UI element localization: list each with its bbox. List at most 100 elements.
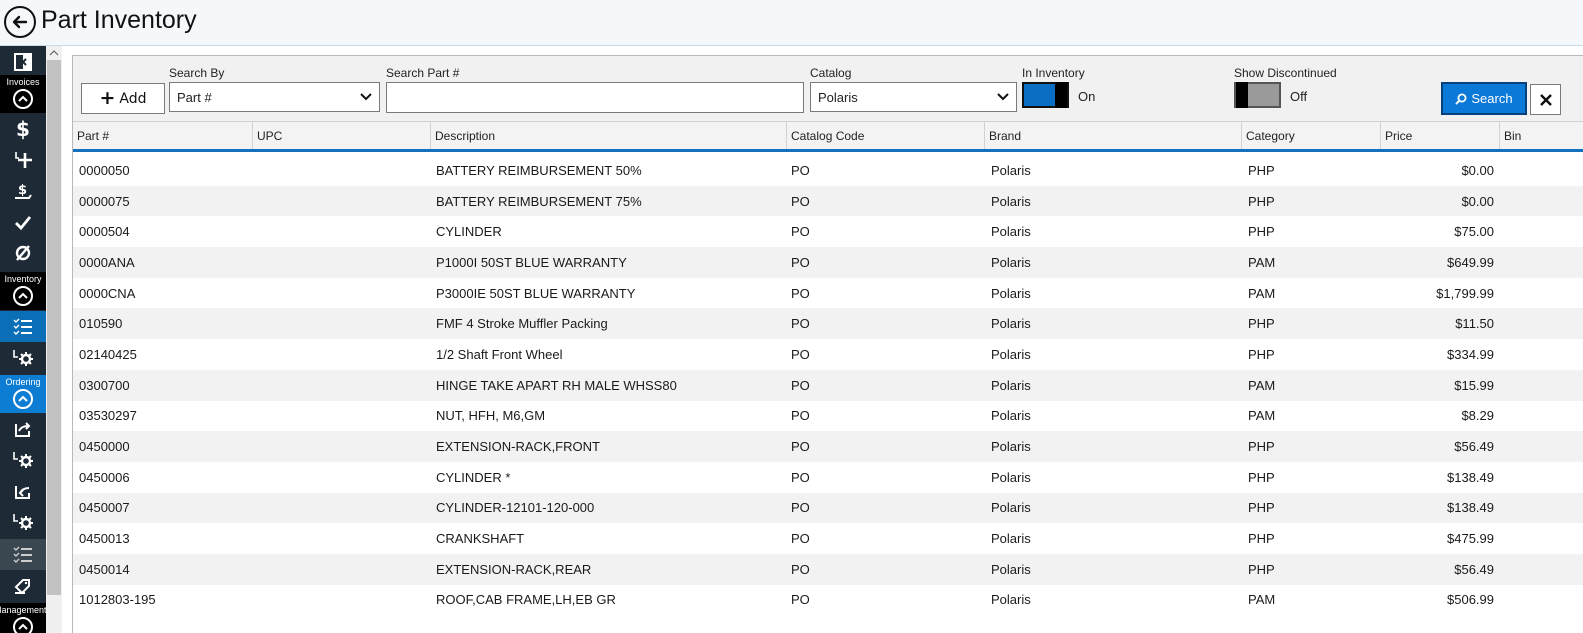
- cell-catalog-code: PO: [791, 561, 810, 577]
- cell-category: PHP: [1248, 193, 1275, 209]
- sidebar-item-dollar[interactable]: $: [0, 113, 46, 144]
- table-row[interactable]: 0000075 BATTERY REIMBURSEMENT 75% PO Polari…: [73, 185, 1583, 217]
- show-discontinued-label: Show Discontinued: [1234, 66, 1337, 80]
- sidebar-item-order-export[interactable]: [0, 413, 46, 444]
- toggle-knob: [1055, 82, 1067, 108]
- table-row[interactable]: 0450007 CYLINDER-12101-120-000 PO Polaris PH…: [73, 492, 1583, 524]
- sidebar-section-management[interactable]: Management: [0, 603, 46, 633]
- cell-price: $15.99: [1454, 377, 1494, 393]
- table-row[interactable]: 010590 FMF 4 Stroke Muffler Packing PO Pola…: [73, 308, 1583, 340]
- sidebar-item-special-order[interactable]: [0, 570, 46, 601]
- search-by-dropdown[interactable]: Part #: [169, 82, 380, 112]
- table-row[interactable]: 0000504 CYLINDER PO Polaris PHP $75.00: [73, 216, 1583, 247]
- sidebar-item-void[interactable]: [0, 237, 46, 268]
- table-row[interactable]: 0450013 CRANKSHAFT PO Polaris PHP $475.99: [73, 523, 1583, 554]
- back-arrow-icon[interactable]: [4, 6, 36, 38]
- search-part-input[interactable]: [386, 82, 804, 113]
- plus-icon: +: [99, 87, 116, 109]
- cell-brand: Polaris: [991, 193, 1031, 209]
- cell-part-number: 02140425: [79, 346, 137, 362]
- cell-catalog-code: PO: [791, 193, 810, 209]
- part-inventory-panel: + Add Search By Part # Search Part # Cat…: [72, 55, 1583, 633]
- sidebar-section-ordering[interactable]: Ordering: [0, 375, 46, 413]
- sidebar-item-add[interactable]: [0, 144, 46, 175]
- sidebar: Invoices $ $ Inventory Ordering anagemen…: [0, 46, 46, 633]
- table-row[interactable]: 1012803-195 ROOF,CAB FRAME,LH,EB GR PO Pola…: [73, 585, 1583, 616]
- sidebar-item-inventory-settings[interactable]: [0, 342, 46, 373]
- scrollbar-thumb[interactable]: [47, 60, 61, 595]
- sidebar-collapse-icon[interactable]: [0, 46, 46, 77]
- cell-bin: [1505, 554, 1580, 585]
- show-discontinued-toggle[interactable]: [1234, 82, 1281, 108]
- cell-description: CYLINDER-12101-120-000: [436, 500, 595, 516]
- cell-price: $334.99: [1447, 346, 1494, 362]
- scroll-up-icon[interactable]: [49, 48, 59, 58]
- page-title: Part Inventory: [41, 6, 197, 34]
- cell-upc: [257, 585, 427, 616]
- table-row[interactable]: 0000ANA P1000I 50ST BLUE WARRANTY PO Polari…: [73, 247, 1583, 278]
- table-body: 0000050 BATTERY REIMBURSEMENT 50% PO Polari…: [73, 155, 1583, 615]
- cell-catalog-code: PO: [791, 162, 810, 178]
- sidebar-section-invoices[interactable]: Invoices: [0, 75, 46, 113]
- vertical-scrollbar[interactable]: [46, 46, 62, 633]
- cell-category: PHP: [1248, 561, 1275, 577]
- cell-upc: [257, 554, 427, 585]
- column-header-brand[interactable]: Brand: [985, 122, 1242, 149]
- table-row[interactable]: 0450014 EXTENSION-RACK,REAR PO Polaris PHP $5…: [73, 553, 1583, 585]
- sidebar-item-check[interactable]: [0, 206, 46, 237]
- title-bar: Part Inventory: [0, 0, 1583, 46]
- column-header-description[interactable]: Description: [431, 122, 787, 149]
- table-row[interactable]: 0000050 BATTERY REIMBURSEMENT 50% PO Polari…: [73, 155, 1583, 186]
- cell-catalog-code: PO: [791, 285, 810, 301]
- column-header-category[interactable]: Category: [1242, 122, 1381, 149]
- search-button[interactable]: Search: [1441, 82, 1527, 115]
- cell-description: CYLINDER: [436, 224, 502, 240]
- table-row[interactable]: 02140425 1/2 Shaft Front Wheel PO Polaris PH…: [73, 339, 1583, 370]
- chevron-up-icon: [13, 89, 33, 109]
- import-icon: [15, 485, 30, 499]
- cell-category: PHP: [1248, 531, 1275, 547]
- in-inventory-toggle[interactable]: [1022, 82, 1069, 108]
- cell-brand: Polaris: [991, 592, 1031, 608]
- sidebar-item-part-list[interactable]: [0, 311, 46, 342]
- in-inventory-state: On: [1078, 89, 1096, 104]
- table-row[interactable]: 0000CNA P3000IE 50ST BLUE WARRANTY PO Polar…: [73, 278, 1583, 309]
- cell-part-number: 0450013: [79, 531, 130, 547]
- cell-catalog-code: PO: [791, 439, 810, 455]
- cell-catalog-code: PO: [791, 254, 810, 270]
- sidebar-section-inventory[interactable]: Inventory: [0, 272, 46, 310]
- table-row[interactable]: 03530297 NUT, HFH, M6,GM PO Polaris PAM $8.29: [73, 401, 1583, 432]
- cell-upc: [257, 431, 427, 462]
- cell-part-number: 0000075: [79, 193, 130, 209]
- cell-part-number: 0450006: [79, 469, 130, 485]
- table-row[interactable]: 0450006 CYLINDER * PO Polaris PHP $138.49: [73, 462, 1583, 493]
- table-row[interactable]: 0300700 HINGE TAKE APART RH MALE WHSS80 PO…: [73, 369, 1583, 401]
- cell-description: CYLINDER *: [436, 469, 511, 485]
- column-header-part-number[interactable]: Part #: [73, 122, 253, 149]
- cell-bin: [1505, 247, 1580, 278]
- sidebar-item-order-import[interactable]: [0, 475, 46, 506]
- table-row[interactable]: 0450000 EXTENSION-RACK,FRONT PO Polaris PHP $…: [73, 431, 1583, 462]
- cell-brand: Polaris: [991, 500, 1031, 516]
- sidebar-item-order-list[interactable]: [0, 539, 46, 570]
- cell-upc: [257, 278, 427, 309]
- sidebar-item-order-settings[interactable]: [0, 444, 46, 475]
- cell-price: $0.00: [1461, 162, 1494, 178]
- column-header-upc[interactable]: UPC: [253, 122, 431, 149]
- sidebar-item-payment[interactable]: $: [0, 175, 46, 206]
- export-icon: [15, 421, 31, 437]
- catalog-dropdown[interactable]: Polaris: [810, 82, 1017, 112]
- clear-button[interactable]: [1530, 84, 1561, 115]
- column-header-bin[interactable]: Bin: [1500, 122, 1583, 149]
- cell-category: PHP: [1248, 162, 1275, 178]
- cell-price: $138.49: [1447, 469, 1494, 485]
- cell-catalog-code: PO: [791, 408, 810, 424]
- cell-price: $11.50: [1455, 316, 1494, 332]
- cell-part-number: 1012803-195: [79, 592, 156, 608]
- column-header-catalog-code[interactable]: Catalog Code: [787, 122, 985, 149]
- add-button[interactable]: + Add: [81, 83, 165, 114]
- column-header-price[interactable]: Price: [1381, 122, 1500, 149]
- cell-bin: [1505, 339, 1580, 370]
- sidebar-item-receiving-settings[interactable]: [0, 506, 46, 537]
- cell-upc: [257, 493, 427, 524]
